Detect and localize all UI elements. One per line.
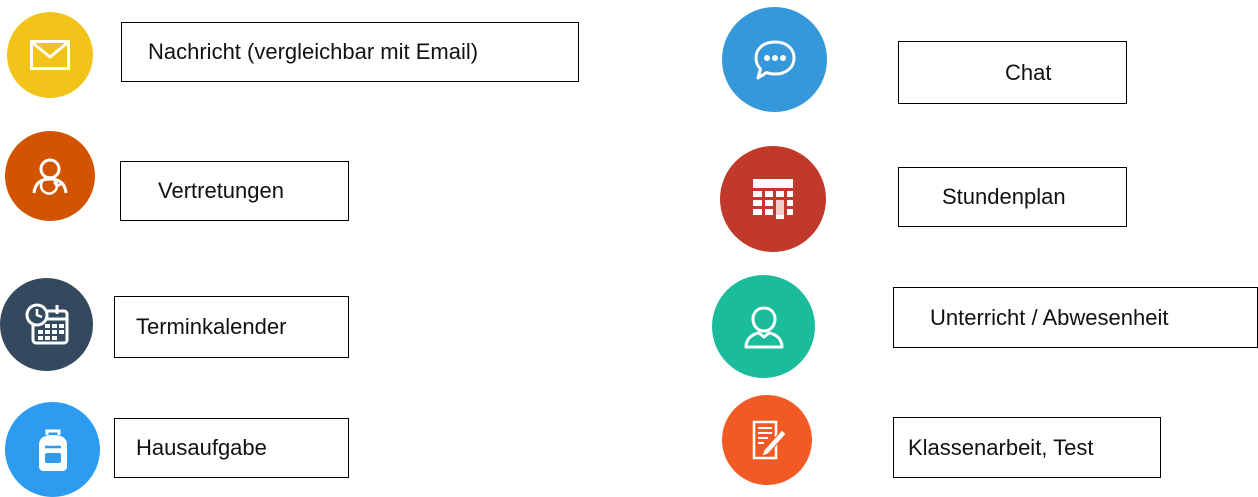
label-vertretungen: Vertretungen — [120, 161, 349, 221]
label-hausaufgabe: Hausaufgabe — [114, 418, 349, 478]
label-chat: Chat — [898, 41, 1127, 104]
person-icon — [712, 275, 815, 378]
exam-pencil-icon — [722, 395, 812, 485]
chat-bubble-icon — [722, 7, 827, 112]
substitute-person-icon — [5, 131, 95, 221]
label-stundenplan: Stundenplan — [898, 167, 1127, 227]
label-unterricht: Unterricht / Abwesenheit — [893, 287, 1258, 348]
timetable-grid-icon — [720, 146, 826, 252]
calendar-clock-icon — [0, 278, 93, 371]
label-nachricht: Nachricht (vergleichbar mit Email) — [121, 22, 579, 82]
envelope-icon — [7, 12, 93, 98]
backpack-icon — [5, 402, 100, 497]
label-klassenarbeit: Klassenarbeit, Test — [893, 417, 1161, 478]
label-terminkalender: Terminkalender — [114, 296, 349, 358]
